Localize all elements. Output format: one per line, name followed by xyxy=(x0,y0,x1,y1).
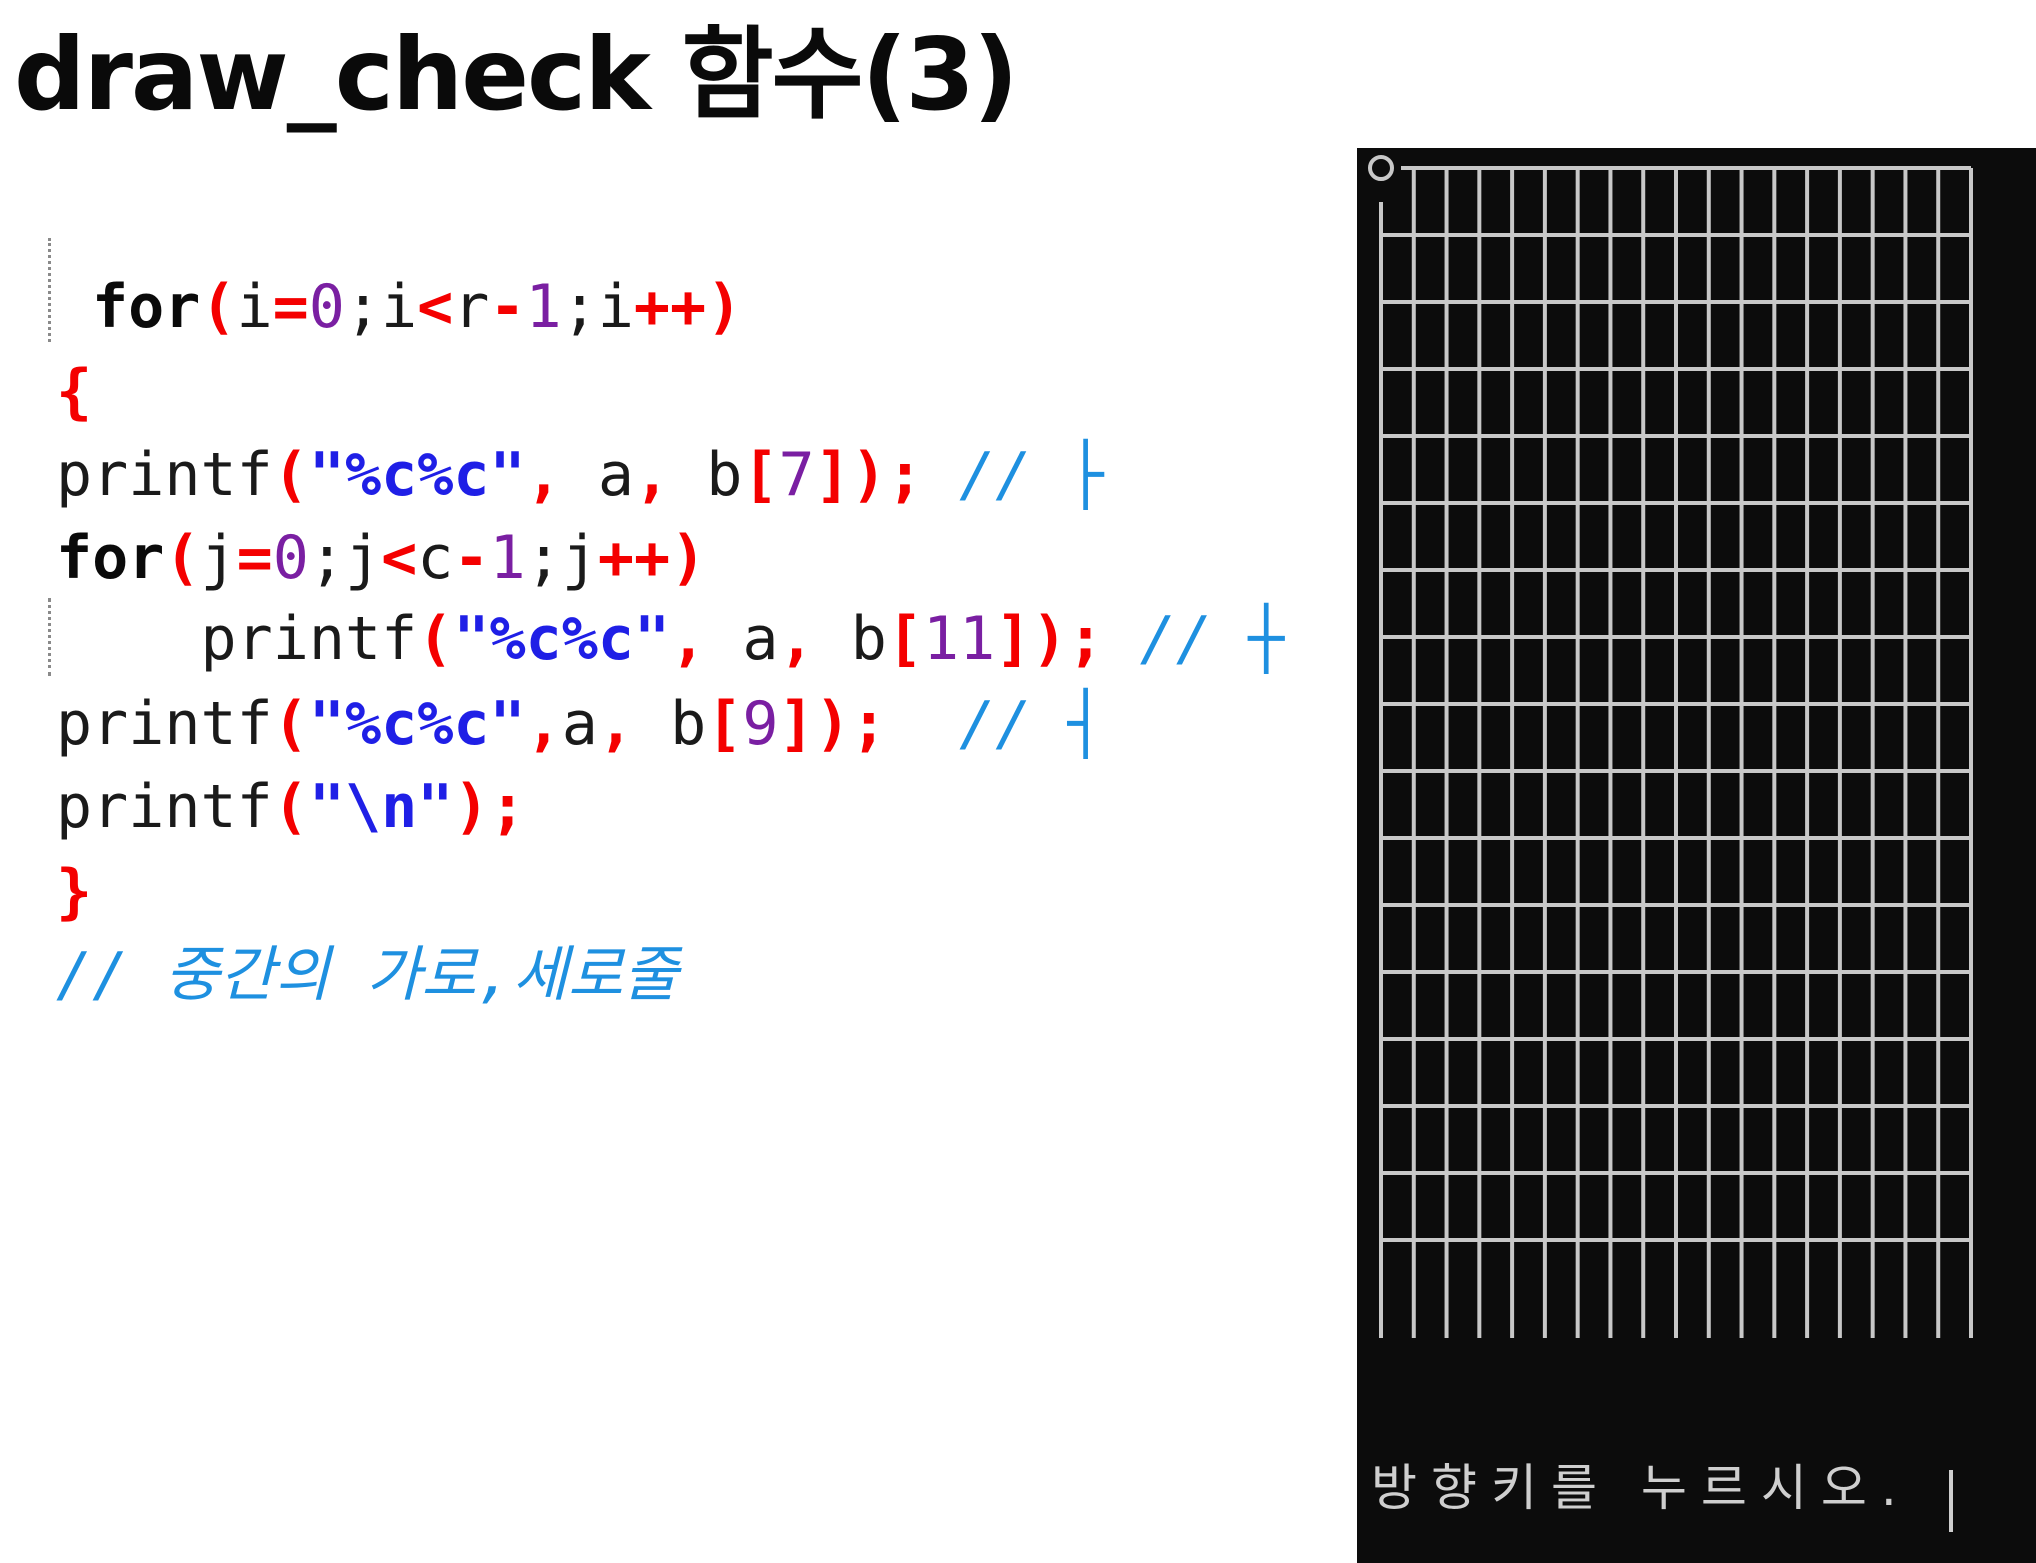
code-token: a xyxy=(561,689,598,759)
code-token: < xyxy=(381,523,418,593)
code-token: for xyxy=(56,523,165,593)
code-token: r xyxy=(453,272,490,342)
code-line-printf-newline: printf("\n"); xyxy=(56,765,526,849)
console-window: 방향키를 누르시오. xyxy=(1357,148,2036,1563)
code-token: ); xyxy=(453,772,526,842)
code-token: // ┼ xyxy=(1103,604,1285,674)
code-token: ;j xyxy=(308,523,382,593)
code-token: printf xyxy=(56,440,273,510)
code-token: // 중간의 가로,세로줄 xyxy=(56,940,679,1010)
code-token: , xyxy=(597,689,671,759)
code-token: ++) xyxy=(633,272,743,342)
code-line-for-i: for(i=0;i<r-1;i++) xyxy=(92,265,742,349)
code-token: , xyxy=(525,440,598,510)
code-token: 1 xyxy=(525,272,562,342)
code-token: ++) xyxy=(597,523,707,593)
code-token: "%c%c" xyxy=(453,604,671,674)
code-token: ]); xyxy=(814,440,923,510)
code-token: 0 xyxy=(272,523,309,593)
code-token: printf xyxy=(56,604,418,674)
code-token: ( xyxy=(272,689,309,759)
code-line-for-j: for(j=0;j<c-1;j++) xyxy=(56,516,706,600)
code-token: // ┤ xyxy=(886,689,1104,759)
code-token: printf xyxy=(56,689,273,759)
code-token: a xyxy=(597,440,634,510)
code-token: printf xyxy=(56,772,273,842)
code-line-open-brace: { xyxy=(56,350,92,434)
text-cursor xyxy=(1949,1470,1953,1532)
code-token: - xyxy=(453,523,490,593)
code-token: , xyxy=(778,604,851,674)
indent-guide xyxy=(48,598,51,676)
code-token: for xyxy=(92,272,201,342)
code-token: [ xyxy=(886,604,923,674)
code-line-comment: // 중간의 가로,세로줄 xyxy=(56,933,678,1017)
code-token: j xyxy=(200,523,237,593)
console-grid xyxy=(1368,155,1973,1338)
code-token: ;i xyxy=(344,272,418,342)
code-token: b xyxy=(850,604,887,674)
code-token: a xyxy=(742,604,779,674)
code-token: "%c%c" xyxy=(308,440,526,510)
code-token: 1 xyxy=(489,523,526,593)
code-token: ( xyxy=(272,440,309,510)
code-token: = xyxy=(272,272,309,342)
code-token: // ├ xyxy=(923,440,1104,510)
code-snippet: for(i=0;i<r-1;i++){printf("%c%c", a, b[7… xyxy=(0,0,1330,1100)
code-token: [ xyxy=(706,689,743,759)
code-token: ( xyxy=(164,523,201,593)
code-token: 7 xyxy=(778,440,815,510)
code-token: i xyxy=(236,272,273,342)
code-token: - xyxy=(489,272,526,342)
code-token: ]); xyxy=(778,689,887,759)
code-token: , xyxy=(634,440,707,510)
code-token: 9 xyxy=(742,689,779,759)
code-token: "\n" xyxy=(308,772,454,842)
code-token: ( xyxy=(272,772,309,842)
code-token: = xyxy=(236,523,273,593)
code-line-printf-middle: printf("%c%c", a, b[11]); // ┼ xyxy=(56,597,1284,681)
indent-guide xyxy=(48,238,51,342)
code-token: 11 xyxy=(922,604,996,674)
code-line-printf-right: printf("%c%c",a, b[9]); // ┤ xyxy=(56,682,1104,766)
code-token: ;j xyxy=(525,523,598,593)
code-token: ( xyxy=(417,604,454,674)
code-token: ( xyxy=(200,272,237,342)
code-token: < xyxy=(417,272,454,342)
code-line-close-brace: } xyxy=(56,850,92,934)
code-token: "%c%c" xyxy=(308,689,526,759)
code-token: , xyxy=(525,689,562,759)
code-token: { xyxy=(56,357,93,427)
code-token: ;i xyxy=(561,272,634,342)
code-token: [ xyxy=(742,440,779,510)
code-token: b xyxy=(670,689,707,759)
console-prompt: 방향키를 누르시오. xyxy=(1371,1459,1911,1517)
cursor-marker-icon xyxy=(1368,155,1394,181)
code-token: c xyxy=(417,523,454,593)
code-token: } xyxy=(56,857,93,927)
code-token: ]); xyxy=(995,604,1104,674)
code-token: b xyxy=(706,440,743,510)
code-line-printf-left: printf("%c%c", a, b[7]); // ├ xyxy=(56,433,1104,517)
code-token: 0 xyxy=(308,272,345,342)
code-token: , xyxy=(670,604,743,674)
